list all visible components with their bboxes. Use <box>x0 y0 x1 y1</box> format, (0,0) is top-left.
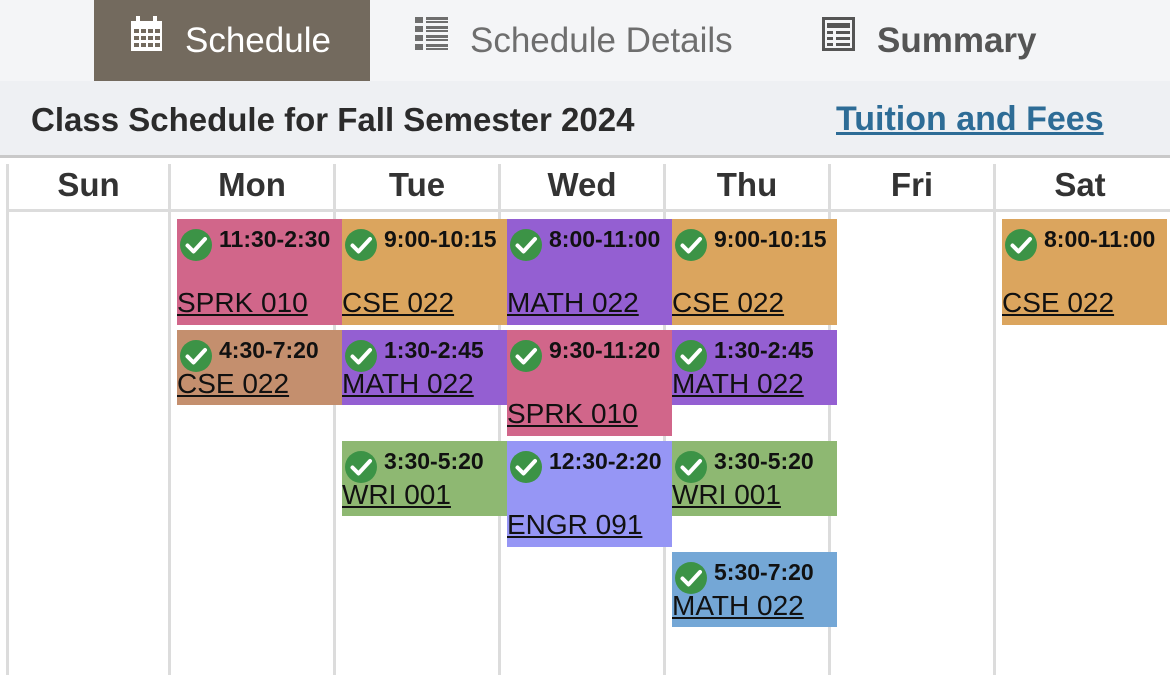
day-header-wed: Wed <box>547 166 617 203</box>
class-block[interactable]: 3:30-5:20 WRI 001 <box>342 441 507 516</box>
class-time: 1:30-2:45 <box>384 337 484 363</box>
class-block[interactable]: 1:30-2:45 MATH 022 <box>342 330 507 405</box>
calendar-grid: Sun Mon Tue Wed Thu Fri Sat 11:30-2:30 S… <box>0 158 1170 675</box>
class-time: 5:30-7:20 <box>714 559 814 585</box>
course-link[interactable]: SPRK 010 <box>507 398 638 430</box>
grid-line <box>6 164 9 675</box>
class-block[interactable]: 8:00-11:00 MATH 022 <box>507 219 672 325</box>
course-link[interactable]: MATH 022 <box>342 368 474 400</box>
class-time: 11:30-2:30 <box>219 226 331 252</box>
class-time: 3:30-5:20 <box>384 448 484 474</box>
course-link[interactable]: CSE 022 <box>1002 287 1114 319</box>
tab-summary[interactable]: Summary <box>800 0 1037 81</box>
class-time: 9:00-10:15 <box>714 226 827 252</box>
class-time: 3:30-5:20 <box>714 448 814 474</box>
class-time: 9:30-11:20 <box>549 337 661 363</box>
class-time: 8:00-11:00 <box>1044 226 1156 252</box>
class-time: 4:30-7:20 <box>219 337 319 363</box>
course-link[interactable]: SPRK 010 <box>177 287 308 319</box>
day-header-mon: Mon <box>218 166 286 203</box>
course-link[interactable]: CSE 022 <box>177 368 289 400</box>
page-title: Class Schedule for Fall Semester 2024 <box>31 101 635 138</box>
header-divider <box>6 209 1170 212</box>
tuition-fees-link[interactable]: Tuition and Fees <box>836 100 1104 139</box>
schedule-header: Class Schedule for Fall Semester 2024 Tu… <box>0 81 1170 158</box>
day-header-sun: Sun <box>57 166 120 203</box>
class-time: 12:30-2:20 <box>549 448 662 474</box>
tab-schedule[interactable]: Schedule <box>94 0 370 81</box>
course-link[interactable]: WRI 001 <box>342 479 451 511</box>
day-header-sat: Sat <box>1054 166 1106 203</box>
day-header-tue: Tue <box>388 166 446 203</box>
tab-label: Schedule Details <box>470 20 733 60</box>
table-icon <box>822 16 855 52</box>
grid-line <box>168 164 171 675</box>
tab-bar: Schedule Schedule Details Summary <box>0 0 1170 81</box>
class-time: 8:00-11:00 <box>549 226 661 252</box>
course-link[interactable]: MATH 022 <box>672 368 804 400</box>
tab-schedule-details[interactable]: Schedule Details <box>370 0 733 81</box>
calendar-icon <box>130 15 163 52</box>
class-block[interactable]: 9:00-10:15 CSE 022 <box>672 219 837 325</box>
course-link[interactable]: MATH 022 <box>507 287 639 319</box>
class-block[interactable]: 8:00-11:00 CSE 022 <box>1002 219 1167 325</box>
class-time: 1:30-2:45 <box>714 337 814 363</box>
class-block[interactable]: 1:30-2:45 MATH 022 <box>672 330 837 405</box>
class-block[interactable]: 11:30-2:30 SPRK 010 <box>177 219 342 325</box>
grid-line <box>993 164 996 675</box>
day-header-fri: Fri <box>890 166 934 203</box>
course-link[interactable]: WRI 001 <box>672 479 781 511</box>
class-block[interactable]: 4:30-7:20 CSE 022 <box>177 330 342 405</box>
list-icon <box>415 16 448 52</box>
course-link[interactable]: CSE 022 <box>342 287 454 319</box>
tab-label: Summary <box>877 20 1037 60</box>
course-link[interactable]: ENGR 091 <box>507 509 642 541</box>
tab-label: Schedule <box>185 20 331 60</box>
class-block[interactable]: 9:00-10:15 CSE 022 <box>342 219 507 325</box>
class-block[interactable]: 12:30-2:20 ENGR 091 <box>507 441 672 547</box>
class-block[interactable]: 5:30-7:20 MATH 022 <box>672 552 837 627</box>
day-header-thu: Thu <box>716 166 778 203</box>
course-link[interactable]: MATH 022 <box>672 590 804 622</box>
class-time: 9:00-10:15 <box>384 226 497 252</box>
class-block[interactable]: 3:30-5:20 WRI 001 <box>672 441 837 516</box>
class-block[interactable]: 9:30-11:20 SPRK 010 <box>507 330 672 436</box>
course-link[interactable]: CSE 022 <box>672 287 784 319</box>
